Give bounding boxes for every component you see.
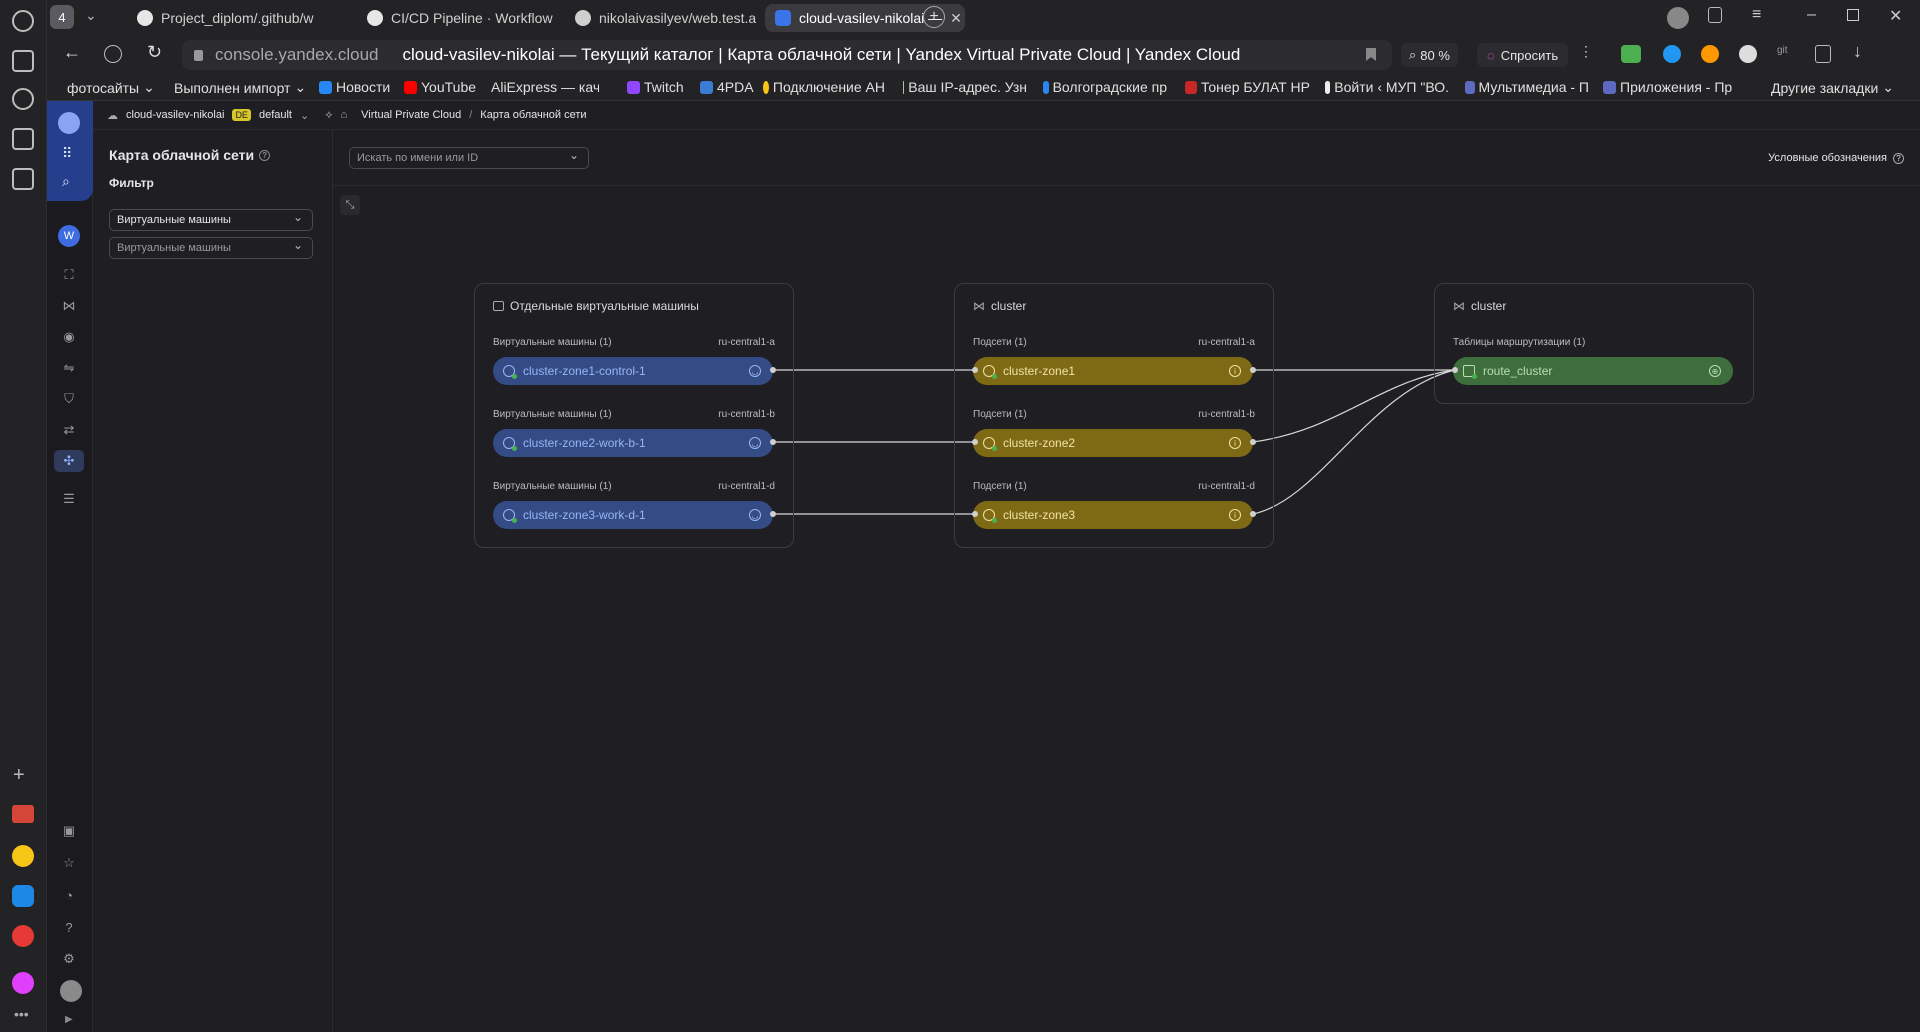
connector-dot xyxy=(1250,367,1256,373)
vm-node-2[interactable]: cluster-zone2-work-b-1 ◡ xyxy=(493,429,773,457)
network-icon: ⋈ xyxy=(973,299,985,313)
subnet-node-2[interactable]: cluster-zone2 i xyxy=(973,429,1253,457)
subnet-icon xyxy=(983,509,997,523)
connector-subnet3-route xyxy=(1252,369,1456,515)
connector-dot xyxy=(1250,439,1256,445)
connector-dot xyxy=(972,439,978,445)
route-table-node[interactable]: route_cluster ⊕ xyxy=(1453,357,1733,385)
subnet-section-2: Подсети (1) ru-central1-b xyxy=(973,409,1255,420)
route-group-title: ⋈ cluster xyxy=(1453,299,1507,313)
subnet-group: ⋈ cluster Подсети (1) ru-central1-a cluste… xyxy=(954,283,1274,548)
vm-section-3: Виртуальные машины (1) ru-central1-d xyxy=(493,481,775,492)
route-table-icon xyxy=(1463,365,1477,379)
route-section: Таблицы маршрутизации (1) xyxy=(1453,337,1586,348)
vm-node-1[interactable]: cluster-zone1-control-1 ◡ xyxy=(493,357,773,385)
route-group: ⋈ cluster Таблицы маршрутизации (1) route… xyxy=(1434,283,1754,404)
info-icon: i xyxy=(1229,437,1241,449)
vm-status-icon: ◡ xyxy=(749,437,761,449)
info-icon: i xyxy=(1229,365,1241,377)
vm-section-2: Виртуальные машины (1) ru-central1-b xyxy=(493,409,775,420)
vm-group-title: Отдельные виртуальные машины xyxy=(493,299,699,313)
subnet-group-title: ⋈ cluster xyxy=(973,299,1027,313)
vm-group-icon xyxy=(493,301,504,311)
subnet-icon xyxy=(983,437,997,451)
connector-dot xyxy=(770,367,776,373)
info-icon: i xyxy=(1229,509,1241,521)
vm-status-icon: ◡ xyxy=(749,509,761,521)
vm-section-1: Виртуальные машины (1) ru-central1-a xyxy=(493,337,775,348)
subnet-node-1[interactable]: cluster-zone1 i xyxy=(973,357,1253,385)
connector-dot xyxy=(972,367,978,373)
vm-icon xyxy=(503,437,517,451)
vm-status-icon: ◡ xyxy=(749,365,761,377)
vm-node-3[interactable]: cluster-zone3-work-d-1 ◡ xyxy=(493,501,773,529)
vm-icon xyxy=(503,365,517,379)
globe-icon: ⊕ xyxy=(1709,365,1721,377)
vm-group: Отдельные виртуальные машины Виртуальные… xyxy=(474,283,794,548)
subnet-icon xyxy=(983,365,997,379)
connector-dot xyxy=(1250,511,1256,517)
connector-dot xyxy=(770,511,776,517)
subnet-node-3[interactable]: cluster-zone3 i xyxy=(973,501,1253,529)
connector-dot xyxy=(1452,367,1458,373)
connector-dot xyxy=(972,511,978,517)
connector-dot xyxy=(770,439,776,445)
subnet-section-3: Подсети (1) ru-central1-d xyxy=(973,481,1255,492)
network-icon: ⋈ xyxy=(1453,299,1465,313)
vm-icon xyxy=(503,509,517,523)
subnet-section-1: Подсети (1) ru-central1-a xyxy=(973,337,1255,348)
